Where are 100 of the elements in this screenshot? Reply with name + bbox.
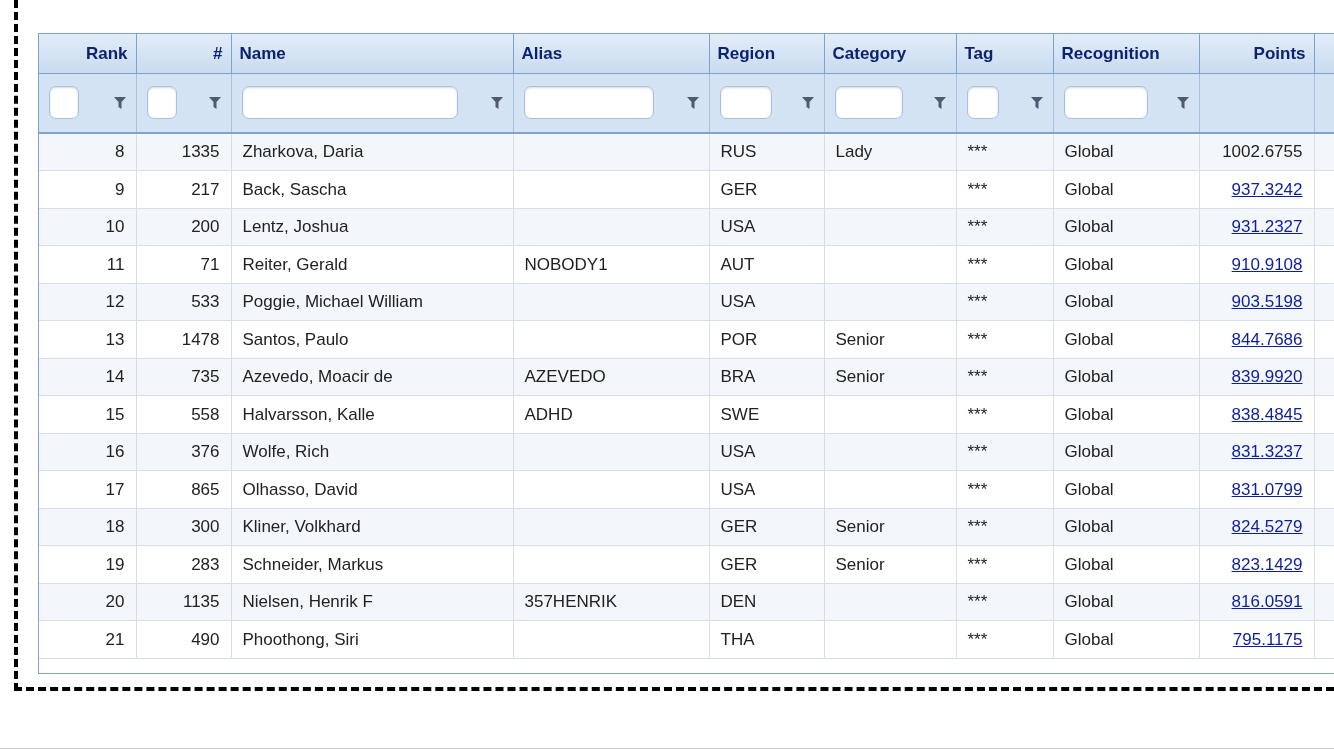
points-link[interactable]: 844.7686	[1231, 329, 1303, 349]
table-cell: ***	[967, 367, 988, 386]
table-cell: Phoothong, Siri	[242, 629, 359, 649]
filter-field[interactable]	[146, 86, 177, 120]
filter-field[interactable]	[49, 86, 79, 120]
table-cell: ***	[967, 479, 988, 499]
table-cell: 21	[105, 629, 125, 649]
table-cell: 18	[105, 517, 125, 536]
table-cell: Global	[1064, 629, 1114, 649]
points-link[interactable]: 838.4845	[1231, 404, 1303, 424]
table-cell: ***	[967, 517, 988, 536]
points-link[interactable]: 823.1429	[1231, 554, 1303, 574]
filter-field[interactable]	[966, 86, 999, 120]
table-cell: USA	[720, 217, 756, 236]
table-cell: Global	[1064, 517, 1114, 536]
table-cell: AUT	[720, 254, 755, 274]
table-cell: 13	[105, 329, 125, 349]
filter-field[interactable]	[1063, 86, 1148, 120]
table-cell: Global	[1064, 404, 1114, 424]
table-cell: 15	[105, 404, 125, 424]
table-cell: ***	[967, 179, 988, 199]
filter-field[interactable]	[241, 86, 458, 120]
points-link[interactable]: 937.3242	[1231, 179, 1303, 199]
column-header[interactable]: #	[136, 34, 231, 73]
table-cell: ***	[967, 554, 988, 574]
table-cell: 357HENRIK	[524, 592, 618, 611]
filter-icon[interactable]	[490, 96, 503, 109]
filter-icon[interactable]	[1176, 96, 1189, 109]
column-header[interactable]: Tag	[956, 34, 1053, 73]
table-cell: GER	[720, 179, 758, 199]
table-cell: DEN	[720, 592, 757, 611]
filter-icon[interactable]	[801, 96, 814, 109]
table-cell: Global	[1064, 179, 1114, 199]
points-link[interactable]: 910.9108	[1231, 254, 1303, 274]
table-cell: 283	[191, 554, 220, 574]
table-cell: Halvarsson, Kalle	[242, 404, 375, 424]
table-cell: Global	[1064, 329, 1114, 349]
column-header[interactable]: Rank	[39, 34, 136, 73]
table-cell: USA	[720, 479, 756, 499]
table-cell: 1478	[181, 329, 220, 349]
table-cell: USA	[720, 292, 756, 311]
table-cell: 11	[106, 254, 125, 274]
table-cell: Wolfe, Rich	[242, 442, 330, 461]
table-cell: ***	[967, 404, 988, 424]
table-cell: Global	[1064, 592, 1114, 611]
table-cell: 376	[191, 442, 220, 461]
table-cell: Global	[1064, 217, 1114, 236]
table-cell: POR	[720, 329, 758, 349]
column-header[interactable]: Points	[1199, 34, 1314, 73]
table-cell: Poggie, Michael William	[242, 292, 423, 311]
table-cell: 1002.6755	[1222, 142, 1303, 162]
table-cell: Zharkova, Daria	[242, 142, 364, 162]
table-cell: 735	[191, 367, 220, 386]
table-cell: Kliner, Volkhard	[242, 517, 361, 536]
table-cell: Lentz, Joshua	[242, 217, 349, 236]
table-cell: RUS	[720, 142, 757, 162]
table-cell: ***	[967, 329, 988, 349]
table-cell: AZEVEDO	[524, 367, 606, 386]
table-cell: Global	[1064, 292, 1114, 311]
table-cell: 12	[105, 292, 125, 311]
table-cell: Schneider, Markus	[242, 554, 384, 574]
table-cell: 20	[105, 592, 125, 611]
table-cell: Senior	[835, 329, 885, 349]
table-cell: Senior	[835, 554, 885, 574]
table-cell: ***	[967, 629, 988, 649]
column-header[interactable]: Alias	[513, 34, 709, 73]
table-cell: 16	[105, 442, 125, 461]
points-link[interactable]: 795.1175	[1232, 629, 1303, 649]
filter-field[interactable]	[834, 86, 903, 120]
table-cell: 533	[191, 292, 220, 311]
filter-field[interactable]	[523, 86, 654, 120]
filter-icon[interactable]	[933, 96, 946, 109]
filter-icon[interactable]	[208, 96, 221, 109]
table-cell: ***	[967, 142, 988, 162]
table-cell: Lady	[835, 142, 873, 162]
table-cell: BRA	[720, 367, 756, 386]
column-header[interactable]: Name	[231, 34, 513, 73]
table-cell: 8	[115, 142, 125, 162]
table-cell: Nielsen, Henrik F	[242, 592, 373, 611]
column-header[interactable]: Category	[824, 34, 956, 73]
table-cell: Reiter, Gerald	[242, 254, 348, 274]
table-cell: Senior	[835, 517, 885, 536]
table-cell: 865	[191, 479, 220, 499]
table-cell: GER	[720, 517, 758, 536]
column-header[interactable]: Region	[709, 34, 824, 73]
table-cell: 217	[191, 179, 220, 199]
column-header[interactable]: Recognition	[1053, 34, 1199, 73]
filter-icon[interactable]	[686, 96, 699, 109]
filter-icon[interactable]	[113, 96, 126, 109]
table-cell: ***	[967, 217, 988, 236]
points-link[interactable]: 831.0799	[1231, 479, 1303, 499]
table-cell: ADHD	[524, 404, 573, 424]
filter-field[interactable]	[719, 86, 772, 120]
filter-icon[interactable]	[1030, 96, 1043, 109]
table-cell: GER	[720, 554, 758, 574]
table-cell: ***	[967, 254, 988, 274]
table-cell: 1335	[181, 142, 220, 162]
table-cell: Global	[1064, 142, 1114, 162]
table-cell: USA	[720, 442, 756, 461]
table-cell: Global	[1064, 367, 1114, 386]
